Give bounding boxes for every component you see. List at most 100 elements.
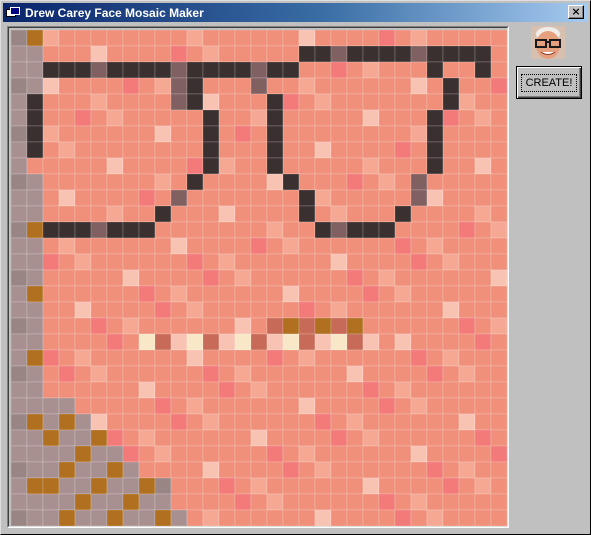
mosaic-tile bbox=[346, 93, 364, 111]
mosaic-tile bbox=[11, 189, 28, 207]
mosaic-tile bbox=[138, 509, 156, 526]
mosaic-tile bbox=[58, 237, 76, 255]
mosaic-tile bbox=[122, 285, 140, 303]
mosaic-tile bbox=[42, 237, 60, 255]
mosaic-tile bbox=[394, 269, 412, 287]
mosaic-tile bbox=[106, 477, 124, 495]
mosaic-canvas[interactable] bbox=[11, 30, 507, 526]
mosaic-tile bbox=[410, 381, 428, 399]
mosaic-tile bbox=[330, 397, 348, 415]
mosaic-tile bbox=[122, 30, 140, 47]
mosaic-tile bbox=[170, 477, 188, 495]
mosaic-tile bbox=[186, 157, 204, 175]
mosaic-tile bbox=[282, 109, 300, 127]
mosaic-tile bbox=[122, 445, 140, 463]
mosaic-tile bbox=[138, 77, 156, 95]
mosaic-tile bbox=[138, 253, 156, 271]
mosaic-tile bbox=[410, 77, 428, 95]
mosaic-canvas-border bbox=[8, 27, 508, 527]
mosaic-tile bbox=[474, 221, 492, 239]
mosaic-tile bbox=[314, 461, 332, 479]
mosaic-tile bbox=[170, 445, 188, 463]
mosaic-tile bbox=[362, 429, 380, 447]
mosaic-tile bbox=[378, 125, 396, 143]
mosaic-tile bbox=[154, 477, 172, 495]
mosaic-tile bbox=[250, 173, 268, 191]
mosaic-tile bbox=[410, 333, 428, 351]
mosaic-tile bbox=[11, 365, 28, 383]
create-button[interactable]: CREATE! bbox=[516, 66, 582, 99]
mosaic-tile bbox=[26, 141, 44, 159]
mosaic-tile bbox=[122, 477, 140, 495]
mosaic-tile bbox=[58, 157, 76, 175]
mosaic-tile bbox=[154, 253, 172, 271]
mosaic-tile bbox=[458, 141, 476, 159]
mosaic-tile bbox=[218, 493, 236, 511]
mosaic-tile bbox=[122, 397, 140, 415]
mosaic-tile bbox=[11, 333, 28, 351]
mosaic-tile bbox=[202, 141, 220, 159]
mosaic-tile bbox=[106, 30, 124, 47]
mosaic-tile bbox=[458, 77, 476, 95]
mosaic-tile bbox=[234, 365, 252, 383]
mosaic-tile bbox=[314, 109, 332, 127]
mosaic-tile bbox=[426, 317, 444, 335]
mosaic-tile bbox=[314, 253, 332, 271]
mosaic-tile bbox=[410, 509, 428, 526]
mosaic-tile bbox=[394, 397, 412, 415]
mosaic-tile bbox=[474, 461, 492, 479]
mosaic-tile bbox=[138, 237, 156, 255]
mosaic-tile bbox=[410, 349, 428, 367]
mosaic-tile bbox=[202, 445, 220, 463]
mosaic-tile bbox=[282, 365, 300, 383]
title-bar[interactable]: Drew Carey Face Mosaic Maker × bbox=[3, 3, 588, 22]
mosaic-tile bbox=[314, 365, 332, 383]
mosaic-tile bbox=[90, 61, 108, 79]
mosaic-tile bbox=[442, 125, 460, 143]
mosaic-tile bbox=[266, 77, 284, 95]
mosaic-tile bbox=[442, 301, 460, 319]
mosaic-tile bbox=[11, 381, 28, 399]
mosaic-tile bbox=[218, 445, 236, 463]
mosaic-tile bbox=[314, 93, 332, 111]
mosaic-tile bbox=[474, 77, 492, 95]
mosaic-tile bbox=[186, 397, 204, 415]
mosaic-tile bbox=[186, 333, 204, 351]
mosaic-tile bbox=[186, 77, 204, 95]
mosaic-tile bbox=[298, 221, 316, 239]
mosaic-tile bbox=[266, 429, 284, 447]
mosaic-tile bbox=[234, 157, 252, 175]
mosaic-tile bbox=[474, 317, 492, 335]
mosaic-tile bbox=[26, 429, 44, 447]
mosaic-tile bbox=[154, 221, 172, 239]
mosaic-tile bbox=[186, 461, 204, 479]
mosaic-tile bbox=[154, 349, 172, 367]
mosaic-tile bbox=[458, 333, 476, 351]
mosaic-tile bbox=[378, 493, 396, 511]
mosaic-tile bbox=[106, 189, 124, 207]
mosaic-tile bbox=[282, 173, 300, 191]
mosaic-tile bbox=[90, 317, 108, 335]
mosaic-tile bbox=[314, 221, 332, 239]
mosaic-tile bbox=[490, 285, 507, 303]
mosaic-tile bbox=[154, 45, 172, 63]
mosaic-tile bbox=[58, 333, 76, 351]
mosaic-tile bbox=[490, 109, 507, 127]
mosaic-tile bbox=[26, 30, 44, 47]
mosaic-tile bbox=[90, 253, 108, 271]
mosaic-tile bbox=[74, 509, 92, 526]
mosaic-tile bbox=[234, 45, 252, 63]
mosaic-tile bbox=[90, 413, 108, 431]
mosaic-tile bbox=[346, 61, 364, 79]
mosaic-tile bbox=[250, 141, 268, 159]
mosaic-tile bbox=[218, 477, 236, 495]
mosaic-tile bbox=[154, 237, 172, 255]
mosaic-tile bbox=[426, 253, 444, 271]
mosaic-tile bbox=[58, 45, 76, 63]
mosaic-tile bbox=[11, 509, 28, 526]
mosaic-tile bbox=[106, 93, 124, 111]
mosaic-tile bbox=[282, 45, 300, 63]
mosaic-tile bbox=[266, 205, 284, 223]
close-button[interactable]: × bbox=[568, 5, 584, 19]
mosaic-tile bbox=[74, 45, 92, 63]
